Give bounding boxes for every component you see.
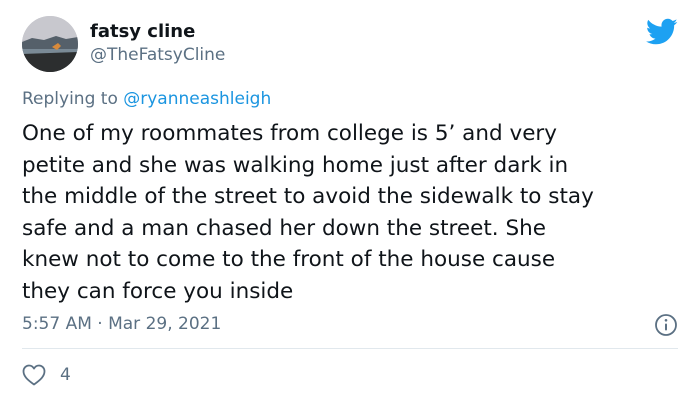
author-name[interactable]: fatsy cline [90,20,195,44]
like-count: 4 [60,365,71,385]
twitter-bird-icon[interactable] [646,18,678,46]
tweet-card: fatsy cline @TheFatsyCline Replying to @… [0,0,700,402]
replying-prefix: Replying to [22,89,124,109]
author-handle[interactable]: @TheFatsyCline [90,44,225,66]
tweet-timestamp[interactable]: 5:57 AM · Mar 29, 2021 [22,313,221,335]
tweet-text: One of my roommates from college is 5’ a… [22,121,594,304]
avatar[interactable] [22,16,78,72]
reply-mention-link[interactable]: @ryanneashleigh [123,89,271,109]
like-button[interactable]: 4 [22,364,71,386]
info-icon[interactable] [654,313,678,337]
divider [22,348,678,349]
heart-icon[interactable] [22,364,46,386]
replying-to: Replying to @ryanneashleigh [22,88,271,110]
